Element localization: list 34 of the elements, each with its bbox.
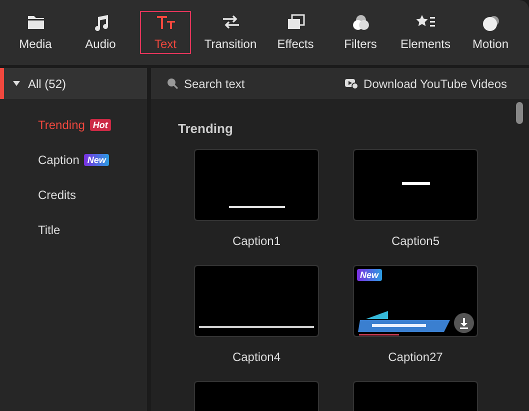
scrollbar-thumb[interactable] <box>516 102 523 124</box>
video-download-icon <box>344 78 358 88</box>
template-name: Caption4 <box>232 350 281 364</box>
template-name: Caption5 <box>391 234 440 248</box>
hot-badge: Hot <box>90 118 111 130</box>
toolbar-tab[interactable]: Filters <box>335 11 386 54</box>
folder-icon <box>26 14 44 30</box>
category-item[interactable]: Caption <box>38 152 80 166</box>
category-header[interactable]: All (52) <box>28 76 66 90</box>
toolbar-tab[interactable]: Transition <box>205 11 256 54</box>
toolbar-tab[interactable]: Effects <box>270 11 321 54</box>
caret-icon[interactable] <box>13 81 20 86</box>
ball-icon <box>482 14 500 32</box>
toolbar-tab[interactable]: Audio <box>75 11 126 54</box>
category-item[interactable]: Trending <box>38 118 85 132</box>
search-icon <box>167 78 178 89</box>
template-name: Caption27 <box>388 350 443 364</box>
circles-icon <box>352 14 370 32</box>
new-badge: New <box>357 269 382 281</box>
category-item[interactable]: Credits <box>38 188 76 202</box>
arrows-icon <box>220 14 240 30</box>
text-icon <box>156 14 176 30</box>
search-field[interactable]: Search text <box>184 76 304 90</box>
toolbar-tab[interactable]: Media <box>10 11 61 54</box>
toolbar-tab[interactable]: Elements <box>400 11 451 54</box>
new-badge: New <box>84 154 109 166</box>
layers-icon <box>286 14 304 30</box>
template-name: Caption1 <box>232 234 281 248</box>
template-thumbnail[interactable]: New <box>353 265 478 337</box>
toolbar-tab[interactable]: Text <box>140 11 191 54</box>
category-item[interactable]: Title <box>38 222 60 236</box>
toolbar-tab[interactable]: Motion <box>465 11 516 54</box>
download-youtube-link[interactable]: Download YouTube Videos <box>364 76 507 90</box>
section-title: Trending <box>178 121 234 136</box>
